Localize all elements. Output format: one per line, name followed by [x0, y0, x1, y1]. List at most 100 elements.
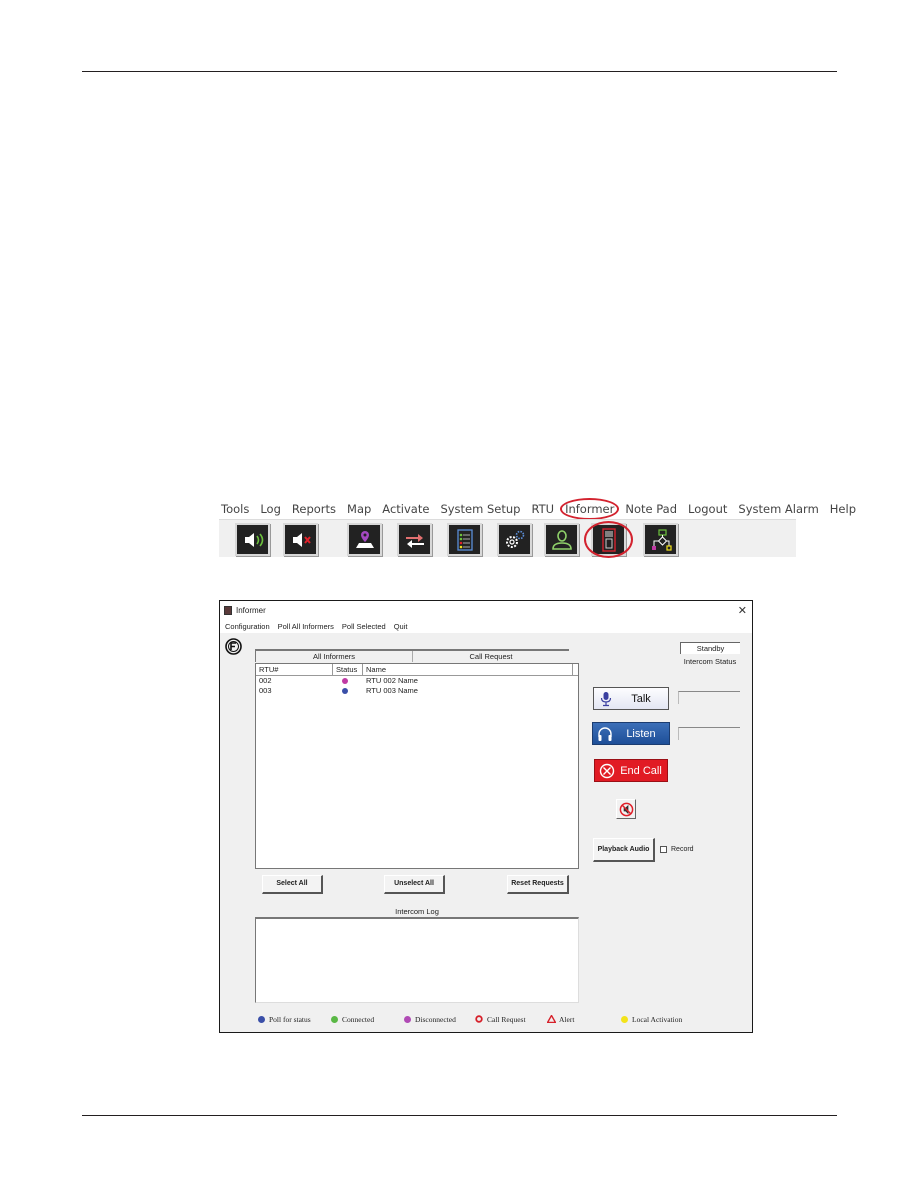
legend-dot-icon [331, 1015, 338, 1023]
alert-triangle-icon [547, 1015, 556, 1023]
record-label: Record [671, 846, 694, 853]
listen-indicator [678, 727, 740, 740]
row-name: RTU 003 Name [366, 686, 418, 695]
menu-activate[interactable]: Activate [382, 502, 429, 516]
talk-indicator [678, 691, 740, 704]
window-menu-bar: Configuration Poll All Informers Poll Se… [220, 620, 752, 633]
column-header-rtu[interactable]: RTU# [256, 664, 333, 675]
speaker-on-button[interactable] [235, 523, 270, 556]
cancel-circle-icon [599, 763, 615, 778]
table-row[interactable]: 002 RTU 002 Name [256, 676, 578, 686]
user-button[interactable] [544, 523, 579, 556]
intercom-log[interactable] [255, 917, 579, 1003]
intercom-status-label: Intercom Status [683, 657, 737, 666]
menu-log[interactable]: Log [260, 502, 281, 516]
listen-label: Listen [626, 727, 656, 740]
speaker-mute-button[interactable] [283, 523, 318, 556]
checklist-icon [456, 528, 473, 551]
window-title: Informer [236, 606, 266, 615]
map-button[interactable] [347, 523, 382, 556]
page-footer-rule [82, 1115, 837, 1116]
talk-button[interactable]: Talk [593, 687, 669, 710]
row-status [333, 686, 363, 696]
speaker-on-icon [244, 532, 263, 547]
checklist-button[interactable] [447, 523, 482, 556]
legend-dot-icon [621, 1015, 628, 1023]
reset-requests-button[interactable]: Reset Requests [507, 875, 569, 894]
tab-all-informers[interactable]: All Informers [256, 651, 413, 662]
status-dot [342, 678, 348, 685]
status-dot [342, 688, 348, 695]
menu-note-pad[interactable]: Note Pad [625, 502, 677, 516]
record-checkbox[interactable]: Record [660, 846, 694, 853]
column-header-name[interactable]: Name [363, 664, 573, 675]
table-row[interactable]: 003 RTU 003 Name [256, 686, 578, 696]
informers-list[interactable]: RTU# Status Name 002 RTU 002 Name 003 RT… [255, 663, 579, 869]
listen-button[interactable]: Listen [592, 722, 670, 745]
row-rtu: 003 [259, 686, 272, 695]
grid-group-header: All Informers Call Request [255, 649, 569, 662]
menu-quit[interactable]: Quit [394, 622, 408, 631]
company-logo-icon [225, 638, 242, 655]
window-app-icon [224, 606, 232, 615]
close-icon[interactable]: ✕ [738, 604, 747, 617]
flowchart-icon [651, 528, 672, 551]
legend-local-activation: Local Activation [621, 1013, 682, 1025]
settings-button[interactable] [497, 523, 532, 556]
unselect-all-button[interactable]: Unselect All [384, 875, 445, 894]
menu-poll-all-informers[interactable]: Poll All Informers [278, 622, 334, 631]
intercom-status-value: Standby [680, 642, 740, 654]
legend-alert: Alert [547, 1013, 574, 1025]
user-icon [551, 529, 572, 550]
app-menu-bar: Tools Log Reports Map Activate System Se… [221, 498, 867, 520]
select-all-button[interactable]: Select All [262, 875, 323, 894]
legend-dot-icon [404, 1015, 411, 1023]
menu-configuration[interactable]: Configuration [225, 622, 270, 631]
menu-logout[interactable]: Logout [688, 502, 727, 516]
menu-system-setup[interactable]: System Setup [440, 502, 520, 516]
call-request-ring-icon [475, 1015, 483, 1023]
menu-map[interactable]: Map [347, 502, 371, 516]
transfer-button[interactable] [397, 523, 432, 556]
legend-dot-icon [258, 1015, 265, 1023]
page-header-rule [82, 71, 837, 72]
tab-call-request[interactable]: Call Request [413, 651, 569, 662]
grid-column-headers: RTU# Status Name [256, 664, 578, 676]
transfer-arrows-icon [405, 533, 424, 548]
row-name: RTU 002 Name [366, 676, 418, 685]
microphone-icon [600, 691, 612, 706]
menu-rtu[interactable]: RTU [531, 502, 554, 516]
menu-reports[interactable]: Reports [292, 502, 336, 516]
legend-call-request: Call Request [475, 1013, 526, 1025]
informer-device-icon [601, 527, 616, 552]
legend-poll-for-status: Poll for status [258, 1013, 311, 1025]
menu-system-alarm[interactable]: System Alarm [738, 502, 818, 516]
window-titlebar: Informer ✕ [220, 601, 752, 620]
playback-audio-button[interactable]: Playback Audio [593, 838, 655, 862]
row-status [333, 676, 363, 686]
legend-disconnected: Disconnected [404, 1013, 456, 1025]
row-rtu: 002 [259, 676, 272, 685]
informer-window: Informer ✕ Configuration Poll All Inform… [219, 600, 753, 1033]
informer-button[interactable] [584, 521, 633, 558]
end-call-button[interactable]: End Call [594, 759, 668, 782]
speaker-mute-icon [292, 532, 311, 547]
no-audio-icon [619, 802, 633, 816]
map-pin-icon [355, 530, 374, 548]
column-header-status[interactable]: Status [333, 664, 363, 675]
talk-label: Talk [631, 692, 651, 705]
headphones-icon [598, 726, 612, 741]
end-call-label: End Call [620, 764, 662, 777]
menu-tools[interactable]: Tools [221, 502, 249, 516]
gears-icon [505, 530, 524, 548]
menu-informer[interactable]: Informer [560, 498, 620, 520]
mute-audio-button[interactable] [616, 799, 636, 819]
flowchart-button[interactable] [643, 523, 678, 556]
intercom-log-label: Intercom Log [395, 907, 439, 916]
record-checkbox-box[interactable] [660, 846, 667, 853]
menu-poll-selected[interactable]: Poll Selected [342, 622, 386, 631]
legend-connected: Connected [331, 1013, 374, 1025]
app-toolbar [219, 519, 796, 558]
menu-help[interactable]: Help [830, 502, 856, 516]
status-legend: Poll for status Connected Disconnected C… [220, 1013, 752, 1027]
